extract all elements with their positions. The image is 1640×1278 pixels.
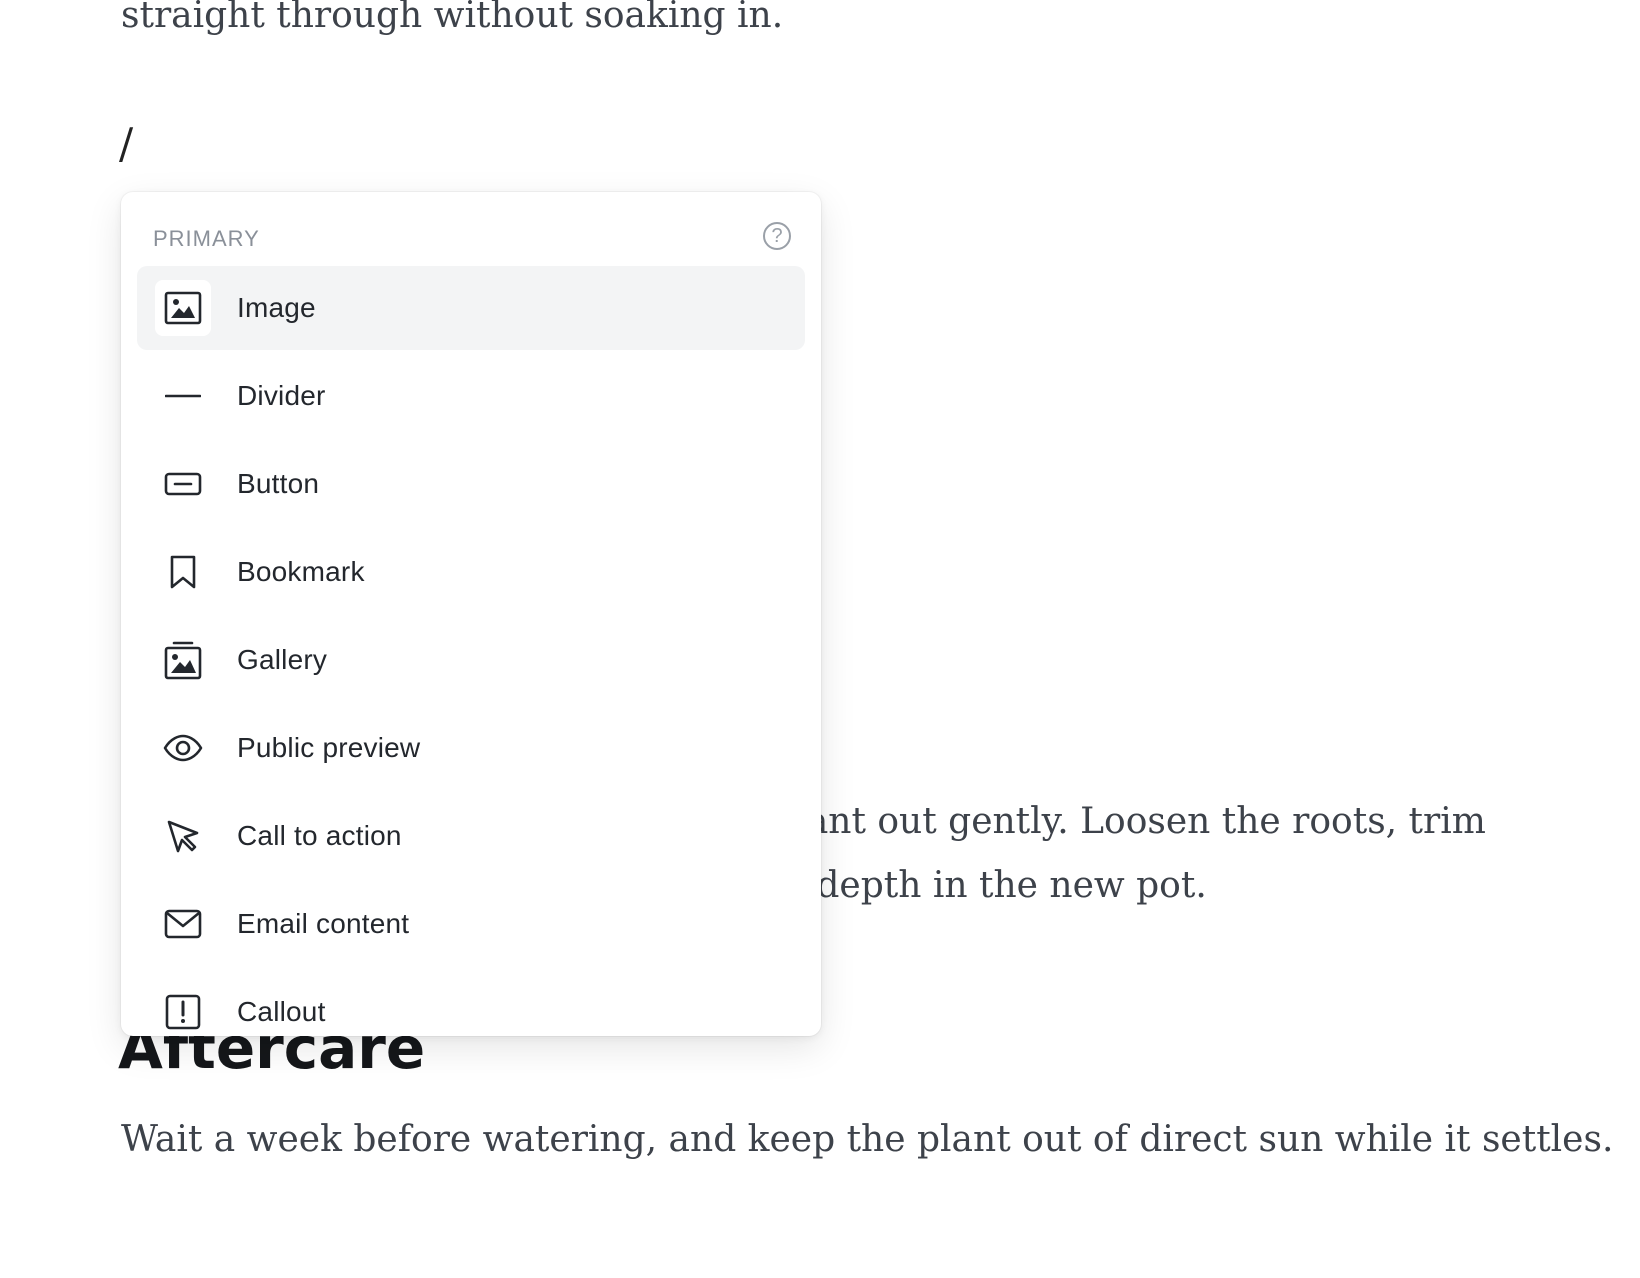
menu-item-label: Call to action (237, 820, 402, 851)
question-circle-icon[interactable]: ? (763, 222, 791, 250)
divider-icon (155, 368, 211, 424)
menu-item-bookmark[interactable]: Bookmark (137, 530, 805, 614)
menu-items: Image Divider Button Bookmark Gallery Pu… (137, 266, 805, 1036)
section-label-primary: PRIMARY (153, 226, 260, 251)
paragraph-aftercare: Wait a week before watering, and keep th… (121, 1119, 1614, 1160)
menu-item-image[interactable]: Image (137, 266, 805, 350)
button-icon (155, 456, 211, 512)
envelope-icon (155, 896, 211, 952)
menu-item-label: Callout (237, 996, 326, 1027)
menu-header: PRIMARY ? (153, 222, 791, 258)
bookmark-icon (155, 544, 211, 600)
menu-item-label: Email content (237, 908, 410, 939)
slash-command-text[interactable]: / (119, 112, 133, 176)
menu-item-callout[interactable]: Callout (137, 970, 805, 1036)
menu-item-gallery[interactable]: Gallery (137, 618, 805, 702)
menu-item-email-content[interactable]: Email content (137, 882, 805, 966)
paragraph-top: straight through without soaking in. (121, 0, 784, 36)
gallery-icon (155, 632, 211, 688)
menu-item-label: Divider (237, 380, 326, 411)
cursor-icon (155, 808, 211, 864)
menu-item-public-preview[interactable]: Public preview (137, 706, 805, 790)
menu-item-label: Image (237, 292, 316, 323)
menu-item-button[interactable]: Button (137, 442, 805, 526)
menu-item-label: Bookmark (237, 556, 365, 587)
menu-item-label: Public preview (237, 732, 421, 763)
menu-item-label: Gallery (237, 644, 328, 675)
image-icon (155, 280, 211, 336)
menu-item-divider[interactable]: Divider (137, 354, 805, 438)
menu-item-label: Button (237, 468, 320, 499)
paragraph-mid-line-1: ıe plant out gently. Loosen the roots, t… (728, 801, 1486, 842)
callout-icon (155, 984, 211, 1036)
card-insert-menu: PRIMARY ? Image Divider Button Bookmark … (121, 192, 821, 1036)
eye-icon (155, 720, 211, 776)
menu-item-call-to-action[interactable]: Call to action (137, 794, 805, 878)
